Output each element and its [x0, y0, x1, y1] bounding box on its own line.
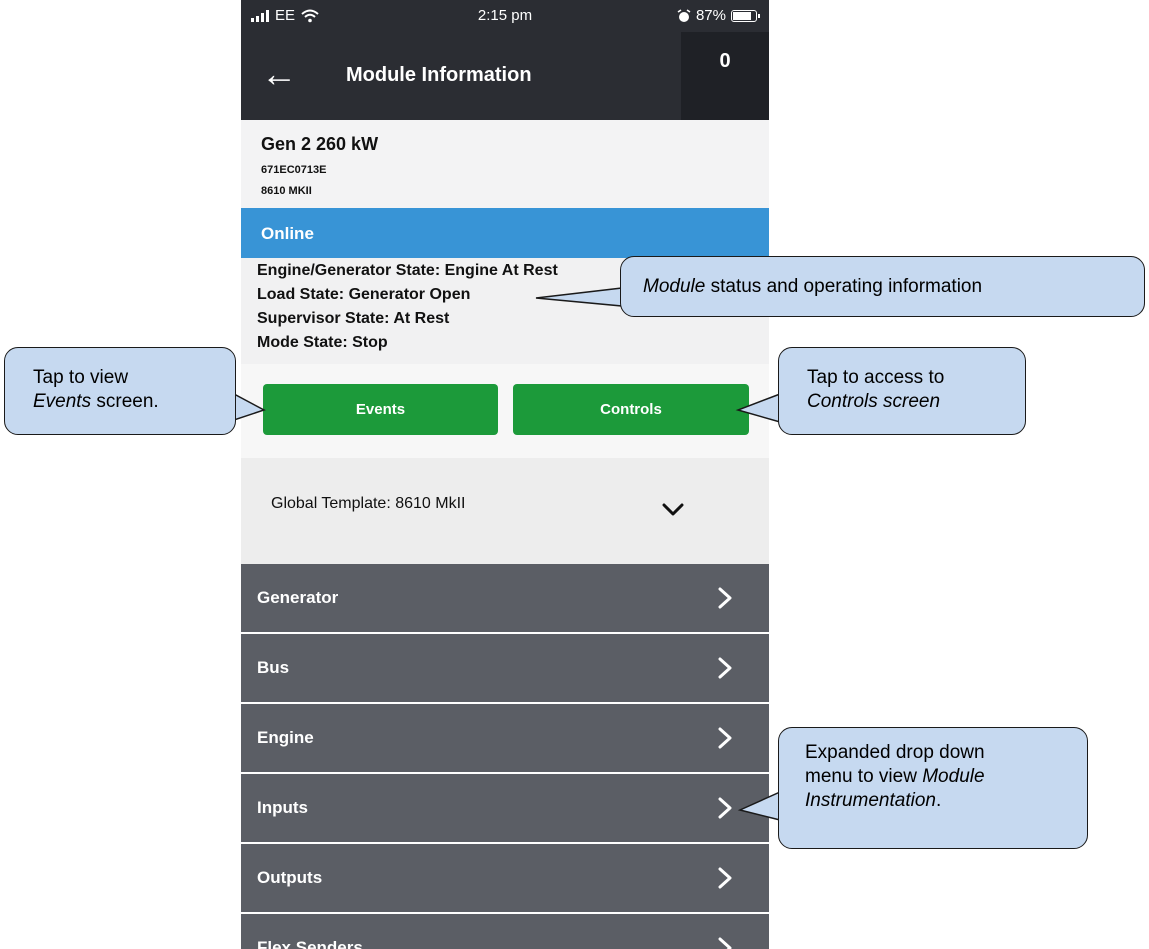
callout-controls-italic: Controls screen	[807, 391, 941, 412]
callout-events: Tap to view Events screen.	[4, 347, 236, 435]
menu-item-label: Generator	[257, 588, 339, 607]
menu-item-inputs[interactable]: Inputs	[241, 774, 769, 844]
notification-counter[interactable]: 0	[681, 32, 769, 120]
callout-controls: Tap to access to Controls screen	[778, 347, 1026, 435]
battery-percent: 87%	[695, 7, 726, 24]
callout-status: Module status and operating information	[620, 256, 1145, 317]
phone-screen: EE 2:15 pm 87% ← Module Information 0 Ge…	[241, 0, 769, 949]
callout-menu-line2: menu to view	[805, 766, 923, 787]
chevron-down-icon	[662, 503, 684, 516]
menu-item-generator[interactable]: Generator	[241, 564, 769, 634]
callout-status-italic: Module	[643, 276, 706, 297]
callout-menu-italic1: Module	[922, 766, 985, 787]
status-right: 87%	[677, 7, 760, 24]
chevron-right-icon	[718, 657, 732, 679]
template-dropdown[interactable]: Global Template: 8610 MkII	[241, 458, 769, 564]
engine-generator-state: Engine/Generator State: Engine At Rest	[257, 262, 558, 279]
status-bar: EE 2:15 pm 87%	[241, 0, 769, 32]
callout-events-line1: Tap to view	[33, 367, 129, 388]
alarm-icon	[677, 8, 691, 22]
chevron-right-icon	[718, 937, 732, 949]
back-arrow-icon[interactable]: ←	[261, 54, 301, 94]
callout-menu-line3: .	[935, 790, 942, 811]
menu-item-label: Outputs	[257, 868, 323, 887]
supervisor-state: Supervisor State: At Rest	[257, 310, 450, 327]
callout-events-italic: Events	[33, 391, 92, 412]
callout-events-line2: screen.	[91, 391, 159, 412]
callout-menu-italic2: Instrumentation	[805, 790, 936, 811]
menu-item-engine[interactable]: Engine	[241, 704, 769, 774]
connection-status-bar: Online	[241, 208, 769, 258]
menu-item-label: Engine	[257, 728, 314, 747]
page-title: Module Information	[346, 64, 532, 86]
template-label: Global Template: 8610 MkII	[271, 495, 466, 512]
callout-menu-line1: Expanded drop down	[805, 742, 985, 763]
menu-item-label: Flex Senders	[257, 938, 363, 949]
menu-item-label: Inputs	[257, 798, 308, 817]
counter-value: 0	[719, 50, 731, 72]
mode-state: Mode State: Stop	[257, 334, 388, 351]
chevron-right-icon	[718, 867, 732, 889]
menu-item-bus[interactable]: Bus	[241, 634, 769, 704]
chevron-right-icon	[718, 587, 732, 609]
chevron-right-icon	[718, 727, 732, 749]
callout-status-text: status and operating information	[705, 276, 983, 297]
instrumentation-menu: Generator Bus Engine Inputs Outputs Flex…	[241, 564, 769, 949]
app-header: ← Module Information	[241, 32, 681, 120]
events-button[interactable]: Events	[263, 384, 498, 435]
module-name: Gen 2 260 kW	[261, 134, 379, 154]
module-info: Gen 2 260 kW 671EC0713E 8610 MKII	[241, 120, 769, 208]
menu-item-label: Bus	[257, 658, 290, 677]
load-state: Load State: Generator Open	[257, 286, 471, 303]
callout-menu: Expanded drop down menu to view Module I…	[778, 727, 1088, 849]
controls-button[interactable]: Controls	[513, 384, 749, 435]
module-serial: 671EC0713E	[261, 164, 327, 176]
chevron-right-icon	[718, 797, 732, 819]
battery-icon	[731, 9, 760, 22]
action-buttons: Events Controls	[241, 364, 769, 458]
menu-item-outputs[interactable]: Outputs	[241, 844, 769, 914]
connection-status: Online	[261, 224, 314, 243]
module-model: 8610 MKII	[261, 185, 312, 197]
callout-controls-line1: Tap to access to	[807, 367, 945, 388]
menu-item-flex-senders[interactable]: Flex Senders	[241, 914, 769, 949]
